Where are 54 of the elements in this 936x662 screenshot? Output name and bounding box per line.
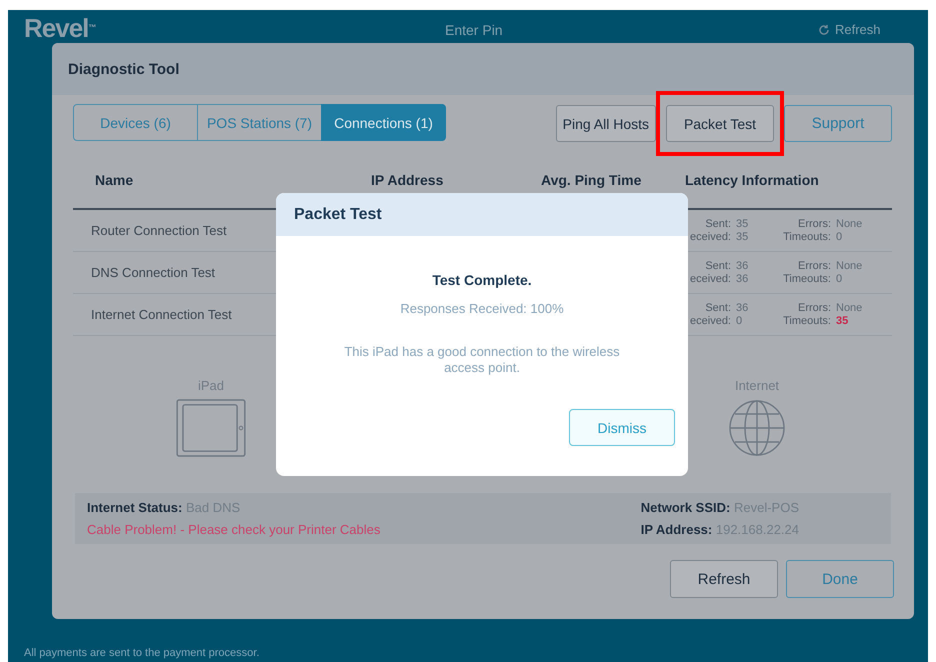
globe-icon	[728, 399, 786, 457]
tablet-icon	[175, 399, 247, 457]
latency-label: Timeouts:	[783, 314, 831, 328]
refresh-link[interactable]: Refresh	[818, 23, 881, 37]
warning-message: Cable Problem! - Please check your Printer Cables	[87, 522, 380, 538]
latency-label: eceived:	[690, 230, 731, 244]
latency-label: Sent:	[705, 302, 731, 314]
dialog-result: Responses Received: 100%	[400, 301, 564, 316]
column-header: IP Address	[370, 172, 444, 190]
latency-label: Errors:	[798, 218, 831, 230]
table-cell: DNS Connection Test	[91, 265, 216, 280]
latency-value: 36	[735, 272, 748, 286]
dialog-heading: Test Complete.	[432, 272, 532, 288]
latency-value: None	[835, 302, 862, 314]
latency-value: 36	[735, 260, 748, 272]
column-header: Name	[94, 172, 134, 190]
device-label: Internet	[734, 378, 780, 393]
latency-label: eceived:	[690, 314, 731, 328]
latency-value: 0	[735, 314, 742, 328]
table-cell: Router Connection Test	[91, 223, 227, 238]
dialog-message: This iPad has a good connection to the wireless access point.	[343, 344, 621, 376]
refresh-icon	[818, 24, 830, 36]
latency-label: Sent:	[705, 218, 731, 230]
latency-value: 35	[735, 230, 748, 244]
footer-button[interactable]: Done	[786, 560, 894, 598]
logo: Revel$^{™}$	[24, 14, 96, 42]
panel-title: Diagnostic Tool	[68, 60, 180, 78]
footer-button[interactable]: Refresh	[670, 560, 778, 598]
screen-title: Enter Pin	[445, 22, 503, 38]
tab[interactable]: Devices (6)	[73, 104, 198, 141]
latency-label: Sent:	[705, 260, 731, 272]
footer-note: All payments are sent to the payment processor.	[24, 647, 260, 659]
latency-value: 35	[835, 314, 848, 328]
dialog-title: Packet Test	[294, 206, 382, 224]
latency-label: Errors:	[798, 260, 831, 272]
dismiss-button[interactable]: Dismiss	[569, 409, 675, 446]
latency-label: Errors:	[798, 302, 831, 314]
latency-value: 36	[735, 302, 748, 314]
latency-value: 35	[735, 218, 748, 230]
action-button[interactable]: Ping All Hosts	[556, 105, 656, 142]
table-cell: Internet Connection Test	[91, 307, 232, 322]
action-button[interactable]: Packet Test	[666, 105, 774, 142]
latency-value: None	[835, 218, 862, 230]
latency-label: eceived:	[690, 272, 731, 286]
action-button[interactable]: Support	[784, 105, 892, 142]
latency-value: 0	[835, 272, 842, 286]
column-header: Latency Information	[684, 172, 820, 190]
latency-label: Timeouts:	[783, 230, 831, 244]
tab[interactable]: Connections (1)	[321, 104, 446, 141]
latency-label: Timeouts:	[783, 272, 831, 286]
latency-value: None	[835, 260, 862, 272]
latency-value: 0	[835, 230, 842, 244]
device-label: iPad	[198, 378, 224, 393]
column-header: Avg. Ping Time	[540, 172, 642, 190]
